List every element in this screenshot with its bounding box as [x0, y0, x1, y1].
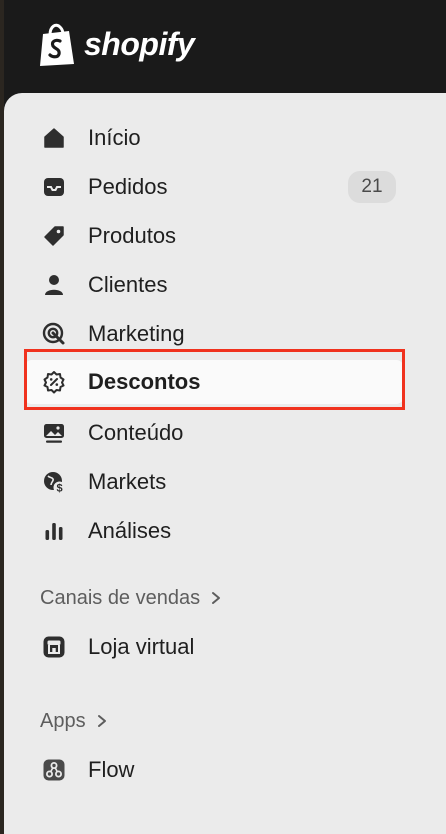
highlight-annotation-box	[24, 349, 405, 410]
sidebar-item-pedidos[interactable]: Pedidos 21	[24, 165, 404, 209]
home-icon	[42, 126, 66, 150]
sidebar-item-label: Markets	[88, 469, 167, 494]
sidebar-item-label: Marketing	[88, 321, 185, 346]
sidebar-item-label: Clientes	[88, 272, 168, 297]
sidebar-item-flow[interactable]: Flow	[24, 748, 404, 792]
section-heading-label: Apps	[40, 709, 86, 732]
tag-icon	[42, 224, 66, 248]
sidebar-item-markets[interactable]: $ Markets	[24, 460, 404, 504]
flow-icon	[42, 758, 66, 782]
target-icon	[42, 322, 66, 346]
sidebar-item-label: Pedidos	[88, 174, 168, 199]
sidebar-item-conteudo[interactable]: Conteúdo	[24, 411, 404, 455]
sidebar-item-label: Produtos	[88, 223, 177, 248]
section-heading-label: Canais de vendas	[40, 586, 201, 609]
bar-chart-icon	[42, 519, 66, 543]
person-icon	[42, 273, 66, 297]
apps-heading[interactable]: Apps	[40, 707, 108, 735]
sidebar-item-analises[interactable]: Análises	[24, 509, 404, 553]
sidebar-item-label: Conteúdo	[88, 420, 184, 445]
brand-name: shopify	[84, 25, 195, 62]
store-icon	[42, 635, 66, 659]
chevron-right-icon	[212, 592, 221, 604]
sidebar-item-inicio[interactable]: Início	[24, 116, 404, 160]
shopify-logo[interactable]: shopify	[38, 22, 195, 66]
sidebar-item-label: Loja virtual	[88, 634, 195, 659]
sales-channels-heading[interactable]: Canais de vendas	[40, 584, 222, 612]
sidebar-item-label: Flow	[88, 757, 135, 782]
chevron-right-icon	[97, 715, 106, 727]
image-icon	[42, 421, 66, 445]
sidebar-item-loja-virtual[interactable]: Loja virtual	[24, 625, 404, 669]
sidebar-item-label: Início	[88, 125, 141, 150]
orders-count-badge: 21	[348, 171, 396, 203]
shopify-bag-icon	[40, 23, 74, 66]
sidebar-item-produtos[interactable]: Produtos	[24, 214, 404, 258]
inbox-icon	[42, 175, 66, 199]
sidebar-item-clientes[interactable]: Clientes	[24, 263, 404, 307]
globe-dollar-icon: $	[42, 470, 66, 494]
svg-text:$: $	[56, 483, 62, 495]
sidebar-item-label: Análises	[88, 518, 172, 543]
